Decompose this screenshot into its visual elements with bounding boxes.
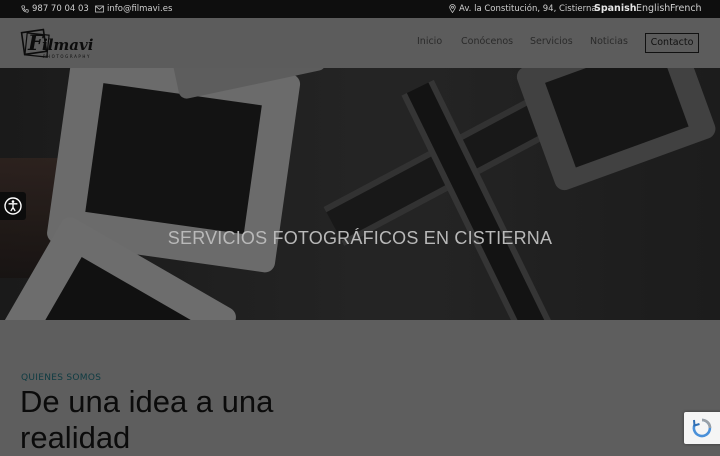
recaptcha-icon (692, 418, 712, 438)
nav-conocenos[interactable]: Conócenos (461, 36, 513, 47)
phone-number: 987 70 04 03 (32, 4, 89, 14)
language-spanish[interactable]: Spanish (594, 0, 637, 18)
envelope-icon (95, 5, 104, 13)
phone-icon (21, 5, 29, 13)
contact-button[interactable]: Contacto (645, 33, 699, 53)
address-contact[interactable]: Av. la Constitución, 94, Cistierna (449, 0, 597, 18)
phone-contact[interactable]: 987 70 04 03 (21, 0, 89, 18)
svg-text:PHOTOGRAPHY: PHOTOGRAPHY (43, 54, 91, 59)
hero-film-slides-image (0, 68, 720, 320)
email-contact[interactable]: info@filmavi.es (95, 0, 172, 18)
recaptcha-badge[interactable] (684, 412, 720, 444)
language-english[interactable]: English (636, 0, 670, 18)
nav-inicio[interactable]: Inicio (417, 36, 442, 47)
language-french[interactable]: French (670, 0, 702, 18)
nav-noticias[interactable]: Noticias (590, 36, 628, 47)
map-pin-icon (449, 4, 456, 14)
accessibility-button[interactable] (0, 192, 26, 220)
hero-title: SERVICIOS FOTOGRÁFICOS EN CISTIERNA (167, 228, 553, 248)
section-kicker: QUIENES SOMOS (21, 373, 102, 383)
logo-mark: F ilmavi PHOTOGRAPHY (20, 28, 94, 59)
top-info-bar: 987 70 04 03 info@filmavi.es Av. la Cons… (0, 0, 720, 18)
svg-text:ilmavi: ilmavi (42, 36, 94, 54)
site-header: F ilmavi PHOTOGRAPHY Inicio Conócenos Se… (0, 18, 720, 68)
email-address: info@filmavi.es (107, 4, 173, 14)
about-section: QUIENES SOMOS De una idea a una realidad (0, 320, 720, 455)
nav-servicios[interactable]: Servicios (530, 36, 573, 47)
street-address: Av. la Constitución, 94, Cistierna (459, 4, 597, 14)
site-logo[interactable]: F ilmavi PHOTOGRAPHY (20, 26, 110, 62)
accessibility-icon (4, 197, 22, 215)
hero-banner: SERVICIOS FOTOGRÁFICOS EN CISTIERNA (0, 68, 720, 320)
section-headline: De una idea a una realidad (20, 384, 274, 455)
